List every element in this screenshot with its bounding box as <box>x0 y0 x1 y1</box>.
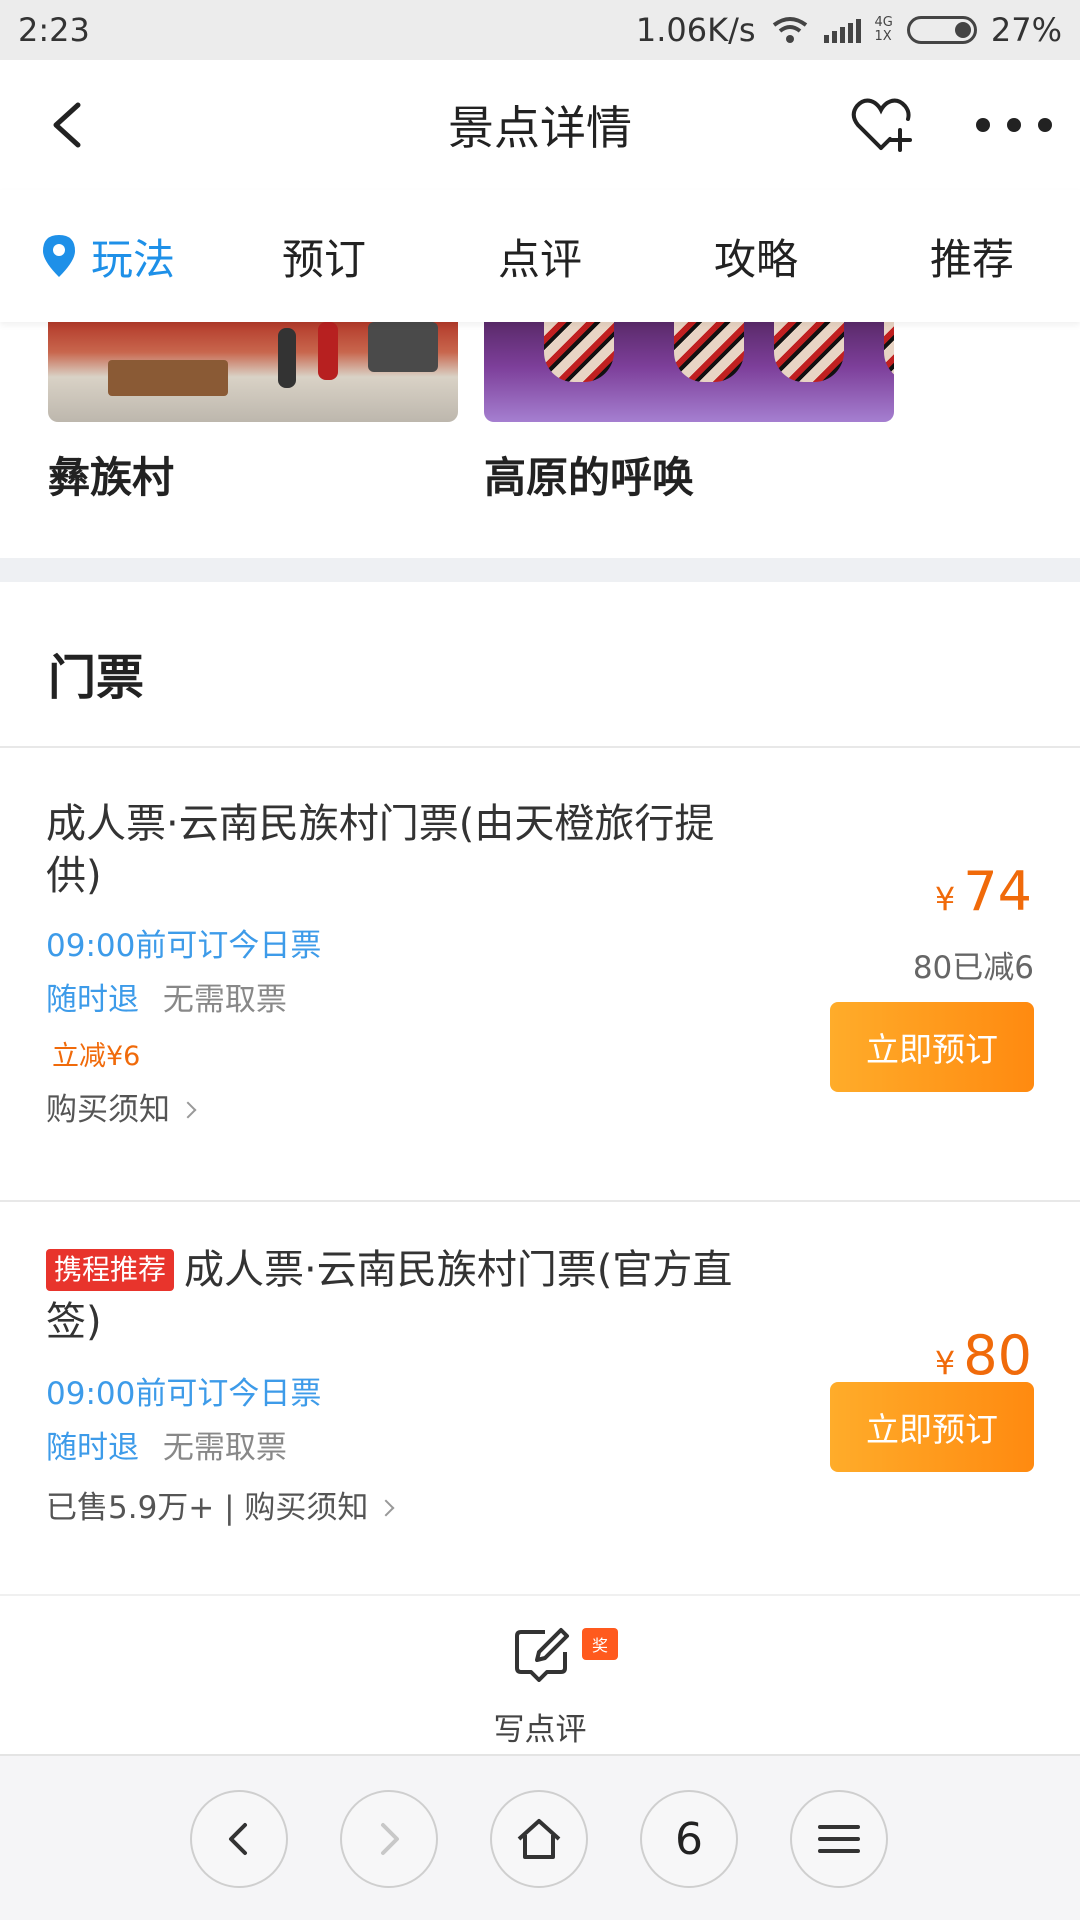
section-gap <box>0 558 1080 582</box>
status-time: 2:23 <box>18 11 90 49</box>
more-dots-icon[interactable] <box>976 115 1052 135</box>
tab-bar: 玩法 预订 点评 攻略 推荐 <box>0 190 1080 322</box>
ticket-price: ¥80 <box>934 1324 1032 1387</box>
refund-tag: 随时退 <box>46 982 139 1018</box>
attractions-strip: 彝族村 高原的呼唤 <box>0 322 1080 558</box>
section-title: 门票 <box>48 650 145 706</box>
tab-label: 点评 <box>497 234 582 284</box>
booking-time: 09:00前可订今日票 <box>46 928 322 964</box>
tab-recommend[interactable]: 推荐 <box>864 226 1080 287</box>
award-badge: 奖 <box>582 1628 618 1660</box>
purchase-notes-link[interactable]: 已售5.9万+ | 购买须知 <box>46 1482 395 1527</box>
wifi-icon <box>772 17 807 43</box>
network-type: 4G 1X <box>874 15 893 44</box>
location-pin-icon <box>42 235 75 277</box>
back-arrow-icon[interactable] <box>190 1790 288 1888</box>
discount-tag: 立减¥6 <box>52 1041 141 1072</box>
tab-label: 推荐 <box>929 234 1014 284</box>
review-label: 写点评 <box>493 1712 587 1748</box>
chevron-right-icon <box>179 1101 197 1119</box>
signal-icon <box>823 17 861 43</box>
pickup-tag: 无需取票 <box>162 982 287 1018</box>
edit-note-icon <box>515 1628 569 1682</box>
tab-booking[interactable]: 预订 <box>216 226 432 287</box>
net-speed: 1.06K/s <box>635 11 756 49</box>
attraction-image-yi-village[interactable] <box>48 322 458 422</box>
booking-time: 09:00前可订今日票 <box>46 1376 322 1412</box>
menu-icon[interactable] <box>790 1790 888 1888</box>
purchase-notes-link[interactable]: 购买须知 <box>46 1084 197 1129</box>
attraction-name[interactable]: 高原的呼唤 <box>484 444 694 505</box>
ticket-policy: 随时退 无需取票 <box>46 974 287 1019</box>
status-bar: 2:23 1.06K/s 4G 1X 27% <box>0 0 1080 60</box>
tab-reviews[interactable]: 点评 <box>432 226 648 287</box>
ticket-item[interactable]: 携程推荐 成人票·云南民族村门票(官方直签) 09:00前可订今日票 随时退 无需… <box>0 1202 1080 1592</box>
tickets-section: 门票 成人票·云南民族村门票(由天橙旅行提供) 09:00前可订今日票 随时退 … <box>0 582 1080 1594</box>
refund-tag: 随时退 <box>46 1430 139 1466</box>
recommend-badge: 携程推荐 <box>46 1249 175 1291</box>
ticket-name: 携程推荐 成人票·云南民族村门票(官方直签) <box>46 1247 733 1345</box>
review-bar: 奖 写点评 <box>0 1594 1080 1754</box>
tab-count: 6 <box>675 1813 703 1865</box>
ticket-name: 成人票·云南民族村门票(由天橙旅行提供) <box>46 801 715 899</box>
attraction-name[interactable]: 彝族村 <box>48 444 174 505</box>
tab-label: 预订 <box>281 234 366 284</box>
tab-label: 玩法 <box>90 234 175 284</box>
original-price-note: 80已减6 <box>912 950 1034 986</box>
app-header: 景点详情 <box>0 60 1080 190</box>
book-now-button[interactable]: 立即预订 <box>830 1382 1034 1472</box>
chevron-right-icon <box>377 1499 395 1517</box>
tabs-count-button[interactable]: 6 <box>640 1790 738 1888</box>
heart-plus-icon[interactable] <box>848 92 914 158</box>
tab-guides[interactable]: 攻略 <box>648 226 864 287</box>
battery-percent: 27% <box>990 11 1062 49</box>
tab-label: 攻略 <box>713 234 798 284</box>
battery-icon <box>906 16 977 44</box>
write-review-button[interactable]: 奖 写点评 <box>460 1616 620 1748</box>
book-now-button[interactable]: 立即预订 <box>830 1002 1034 1092</box>
attraction-image-plateau-call[interactable] <box>484 322 894 422</box>
tab-play[interactable]: 玩法 <box>0 226 216 287</box>
home-icon[interactable] <box>490 1790 588 1888</box>
browser-nav-bar: 6 <box>0 1754 1080 1920</box>
ticket-price: ¥74 <box>934 860 1032 923</box>
page-title: 景点详情 <box>448 101 632 155</box>
ticket-policy: 随时退 无需取票 <box>46 1422 287 1467</box>
ticket-item[interactable]: 成人票·云南民族村门票(由天橙旅行提供) 09:00前可订今日票 随时退 无需取… <box>0 748 1080 1180</box>
pickup-tag: 无需取票 <box>162 1430 287 1466</box>
forward-arrow-icon[interactable] <box>340 1790 438 1888</box>
